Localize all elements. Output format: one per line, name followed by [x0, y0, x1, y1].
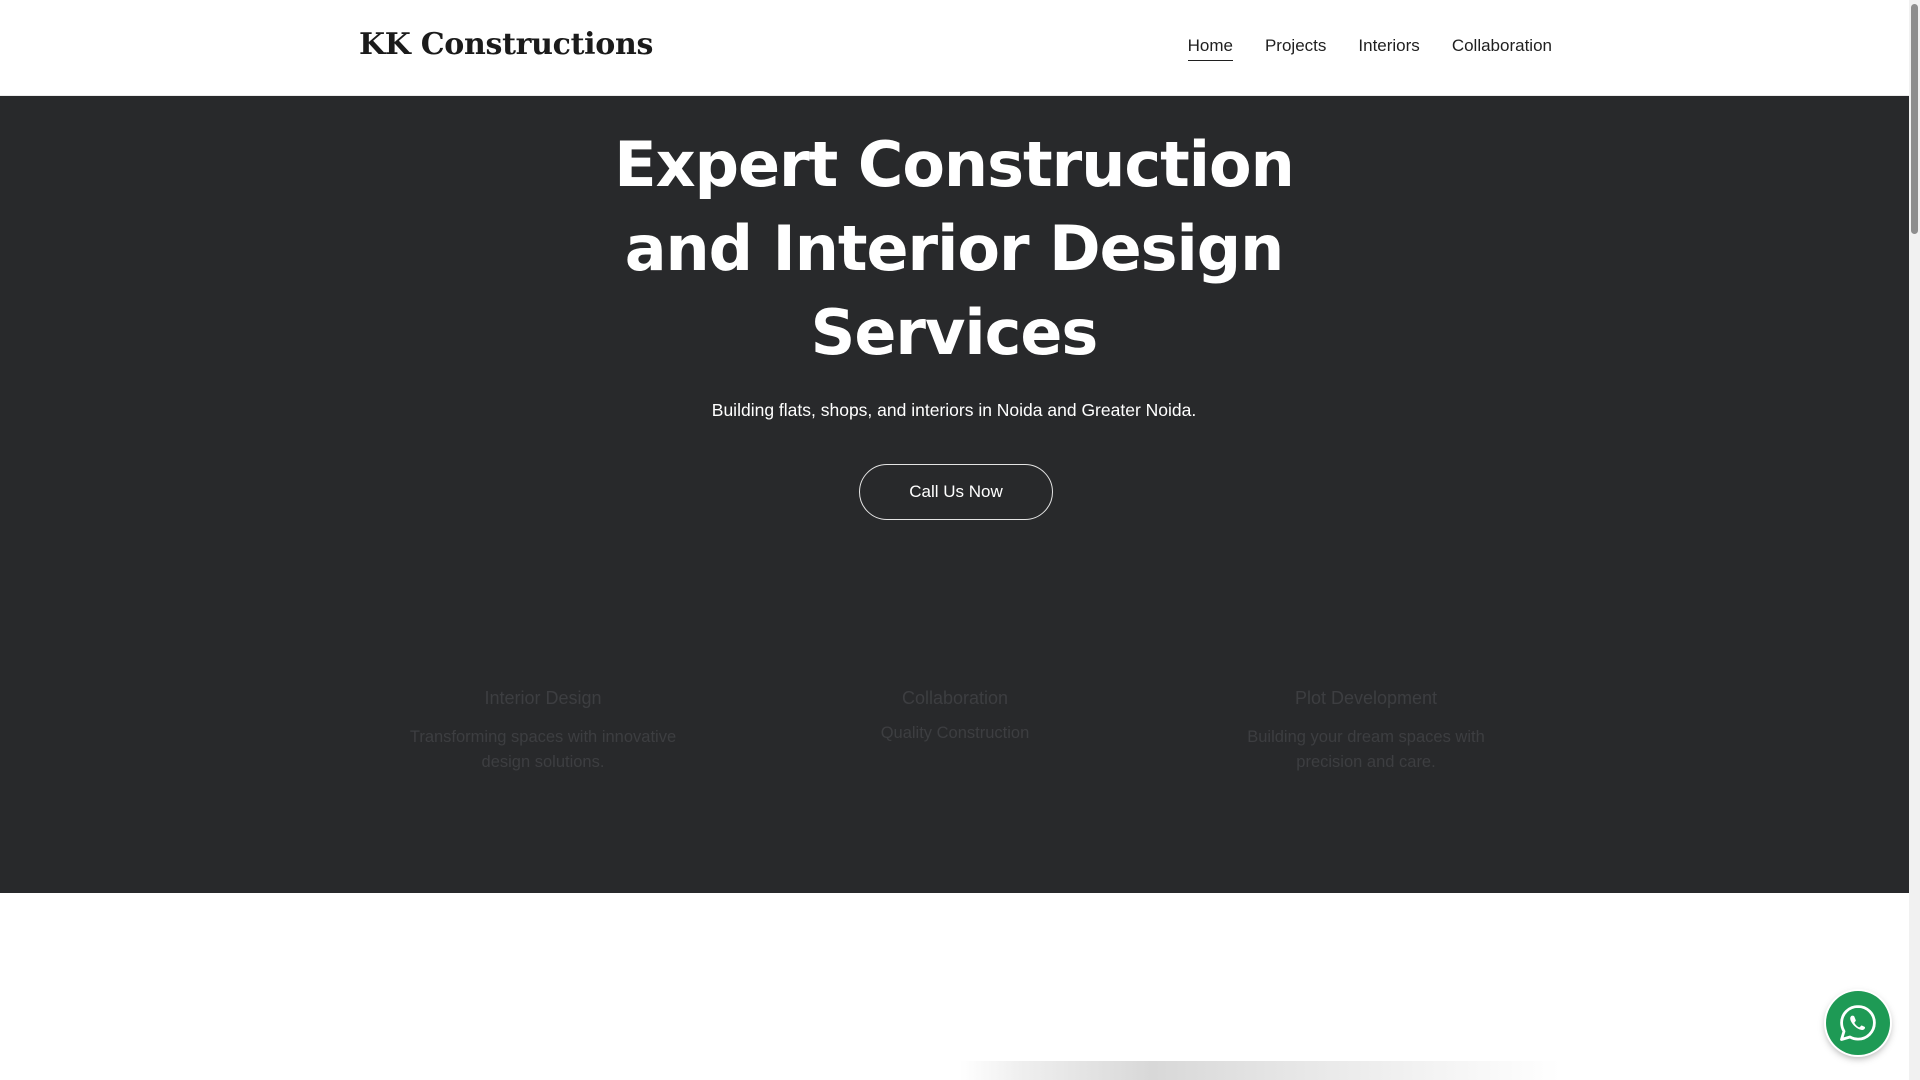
- hero-section: Expert Construction and Interior Design …: [0, 96, 1909, 893]
- feature-card: Interior Design Transforming spaces with…: [393, 688, 693, 775]
- main-nav: Home Projects Interiors Collaboration: [1187, 36, 1552, 61]
- page-scrollbar[interactable]: [1909, 0, 1920, 1080]
- hero-subtitle: Building flats, shops, and interiors in …: [711, 400, 1197, 420]
- hero-title: Expert Construction and Interior Design …: [554, 123, 1354, 375]
- call-us-now-button[interactable]: Call Us Now: [859, 464, 1053, 520]
- site-header: KK Constructions Home Projects Interiors…: [0, 0, 1909, 96]
- nav-projects[interactable]: Projects: [1265, 36, 1326, 61]
- feature-title: Plot Development: [1294, 688, 1438, 708]
- hero-title-line: Expert Construction: [614, 128, 1294, 201]
- feature-description: Transforming spaces with innovative desi…: [409, 728, 677, 771]
- brand-logo-text[interactable]: KK Constructions: [359, 27, 653, 62]
- scrollbar-thumb[interactable]: [1911, 4, 1918, 234]
- page-viewport: KK Constructions Home Projects Interiors…: [0, 0, 1909, 1080]
- feature-card: Plot Development Building your dream spa…: [1216, 688, 1516, 775]
- feature-description: Building your dream spaces with precisio…: [1247, 728, 1485, 771]
- hero-title-line: and Interior Design: [624, 212, 1285, 285]
- feature-title: Collaboration: [901, 688, 1009, 708]
- feature-card: Collaboration Quality Construction: [805, 688, 1105, 746]
- section-image-top-edge: [960, 1061, 1560, 1080]
- nav-interiors[interactable]: Interiors: [1358, 36, 1419, 61]
- feature-title: Interior Design: [484, 688, 602, 708]
- nav-collaboration[interactable]: Collaboration: [1452, 36, 1552, 61]
- nav-home[interactable]: Home: [1187, 36, 1233, 61]
- features-row: Interior Design Transforming spaces with…: [0, 688, 1909, 798]
- hero-title-line: Services: [810, 296, 1099, 369]
- next-section: [0, 893, 1909, 1080]
- whatsapp-icon: [1840, 1005, 1876, 1041]
- feature-description: Quality Construction: [880, 724, 1030, 742]
- whatsapp-chat-button[interactable]: [1826, 991, 1890, 1055]
